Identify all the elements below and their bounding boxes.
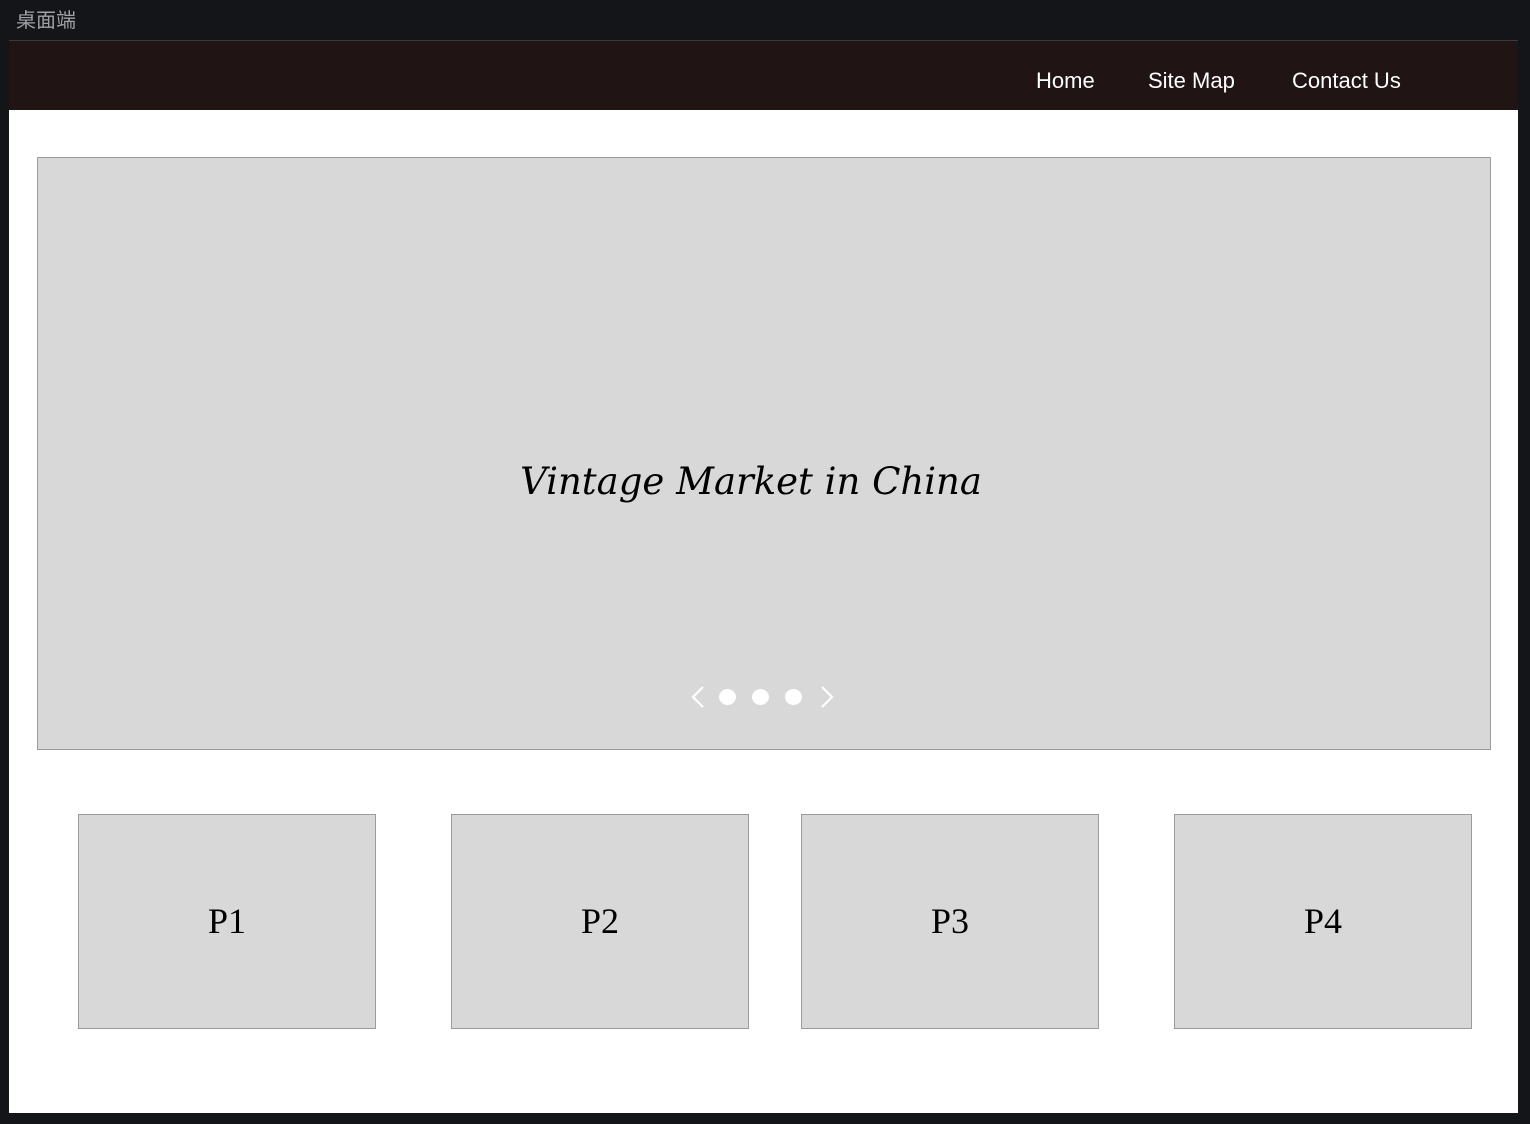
chevron-left-icon[interactable] [688, 684, 708, 710]
desktop-artboard: Home Site Map Contact Us Vintage Market … [9, 40, 1518, 1113]
carousel-dot-2[interactable] [752, 689, 769, 705]
artboard-label: 桌面端 [16, 8, 76, 32]
chevron-right-icon[interactable] [817, 684, 837, 710]
product-card-p2[interactable]: P2 [451, 814, 749, 1029]
product-card-p4[interactable]: P4 [1174, 814, 1472, 1029]
top-navbar: Home Site Map Contact Us [9, 40, 1518, 110]
hero-carousel: Vintage Market in China [37, 157, 1491, 750]
card-label: P4 [1303, 901, 1343, 941]
card-label: P2 [580, 901, 620, 941]
nav-link-home[interactable]: Home [1036, 67, 1095, 95]
card-label: P3 [930, 901, 970, 941]
carousel-dot-3[interactable] [785, 689, 802, 705]
nav-link-contact-us[interactable]: Contact Us [1292, 67, 1401, 95]
nav-link-site-map[interactable]: Site Map [1148, 67, 1235, 95]
card-label: P1 [207, 901, 247, 941]
product-card-p3[interactable]: P3 [801, 814, 1099, 1029]
carousel-dot-1[interactable] [719, 689, 736, 705]
product-card-p1[interactable]: P1 [78, 814, 376, 1029]
hero-title: Vintage Market in China [520, 460, 982, 503]
